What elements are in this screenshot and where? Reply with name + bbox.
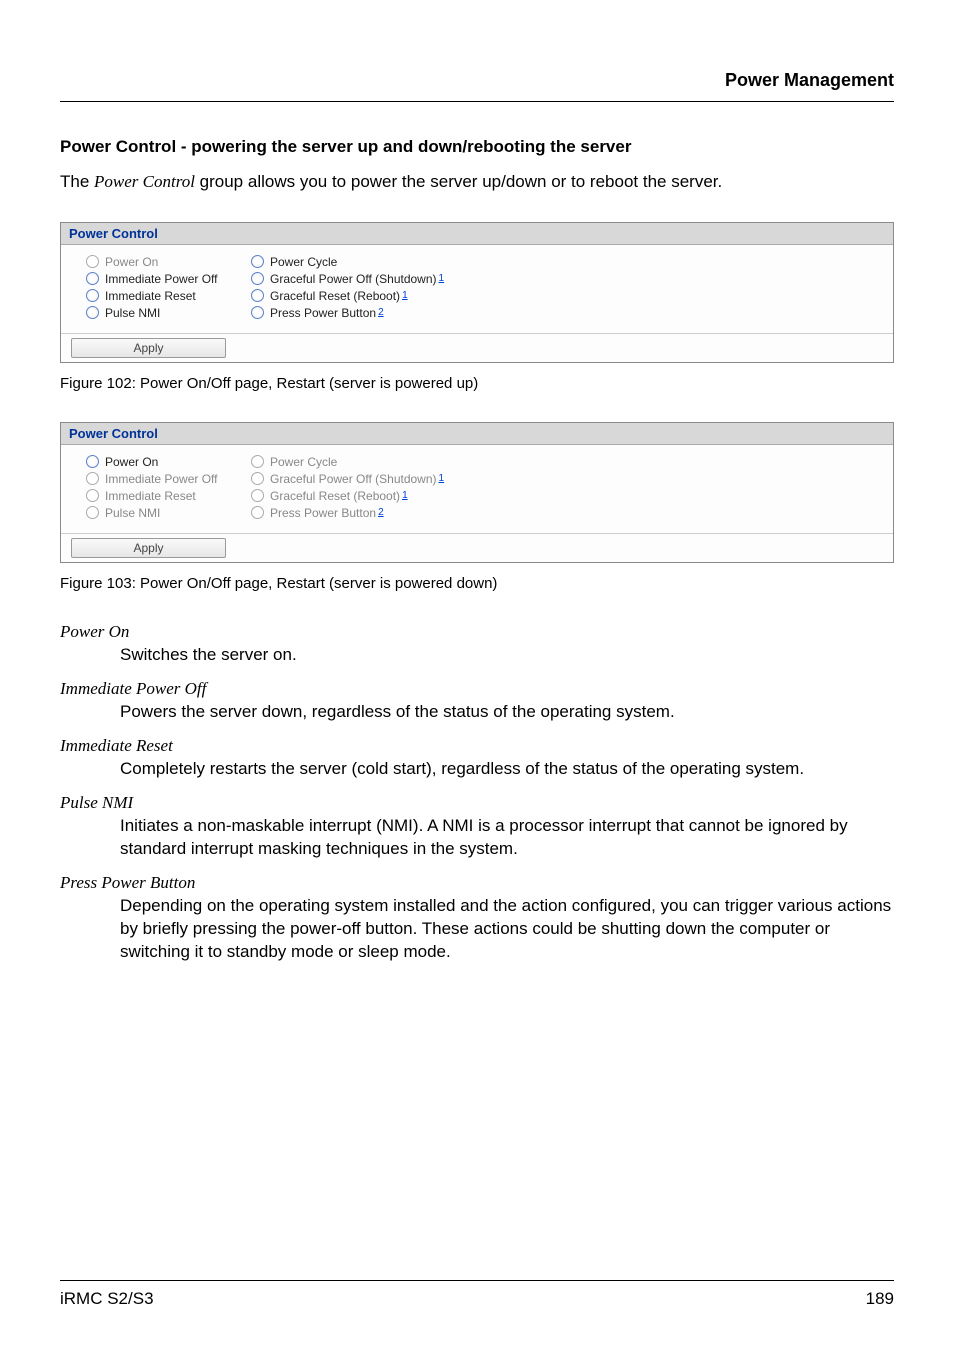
def-term-press-power: Press Power Button — [60, 873, 894, 893]
footnote-link-1[interactable]: 1 — [402, 490, 408, 501]
def-body-pulse-nmi: Initiates a non-maskable interrupt (NMI)… — [120, 815, 894, 861]
radio-row: Power On Power Cycle — [86, 255, 868, 269]
radio-power-on[interactable]: Power On — [86, 455, 251, 469]
radio-label: Pulse NMI — [105, 506, 160, 520]
intro-post: group allows you to power the server up/… — [195, 172, 722, 191]
power-control-panel-up: Power Control Power On Power Cycle Immed… — [60, 222, 894, 363]
radio-label: Immediate Reset — [105, 489, 196, 503]
panel-down-title: Power Control — [61, 423, 893, 445]
radio-icon — [86, 472, 99, 485]
radio-label: Immediate Power Off — [105, 472, 218, 486]
figure-102-caption: Figure 102: Power On/Off page, Restart (… — [60, 371, 894, 392]
def-body-power-on: Switches the server on. — [120, 644, 894, 667]
radio-icon — [86, 506, 99, 519]
radio-label: Immediate Reset — [105, 289, 196, 303]
radio-imm-power-off: Immediate Power Off — [86, 472, 251, 486]
radio-label: Graceful Power Off (Shutdown) — [270, 272, 437, 286]
radio-label: Press Power Button — [270, 306, 376, 320]
intro-italic: Power Control — [94, 172, 195, 191]
radio-power-cycle[interactable]: Power Cycle — [251, 255, 337, 269]
panel-up-title: Power Control — [61, 223, 893, 245]
section-intro: The Power Control group allows you to po… — [60, 171, 894, 194]
radio-label: Graceful Reset (Reboot) — [270, 289, 400, 303]
radio-power-cycle: Power Cycle — [251, 455, 337, 469]
radio-row: Immediate Reset Graceful Reset (Reboot)1 — [86, 489, 868, 503]
panel-up-footer: Apply — [61, 333, 893, 362]
def-body-press-power: Depending on the operating system instal… — [120, 895, 894, 964]
radio-icon — [251, 506, 264, 519]
radio-press-power: Press Power Button2 — [251, 506, 384, 520]
panel-up-body: Power On Power Cycle Immediate Power Off… — [61, 245, 893, 333]
radio-pulse-nmi[interactable]: Pulse NMI — [86, 306, 251, 320]
figure-103-caption: Figure 103: Power On/Off page, Restart (… — [60, 571, 894, 592]
radio-icon — [86, 255, 99, 268]
panel-down-body: Power On Power Cycle Immediate Power Off… — [61, 445, 893, 533]
radio-row: Immediate Reset Graceful Reset (Reboot)1 — [86, 289, 868, 303]
page-header-title: Power Management — [60, 70, 894, 102]
footer-page-number: 189 — [866, 1289, 894, 1309]
radio-icon — [251, 272, 264, 285]
radio-graceful-off: Graceful Power Off (Shutdown)1 — [251, 472, 444, 486]
radio-label: Power Cycle — [270, 455, 337, 469]
panel-down-footer: Apply — [61, 533, 893, 562]
radio-row: Immediate Power Off Graceful Power Off (… — [86, 472, 868, 486]
radio-icon — [251, 289, 264, 302]
radio-icon — [86, 289, 99, 302]
radio-icon — [251, 489, 264, 502]
def-term-pulse-nmi: Pulse NMI — [60, 793, 894, 813]
radio-graceful-off[interactable]: Graceful Power Off (Shutdown)1 — [251, 272, 444, 286]
radio-label: Graceful Reset (Reboot) — [270, 489, 400, 503]
power-control-panel-down: Power Control Power On Power Cycle Immed… — [60, 422, 894, 563]
radio-label: Power On — [105, 255, 158, 269]
radio-press-power[interactable]: Press Power Button2 — [251, 306, 384, 320]
radio-row: Pulse NMI Press Power Button2 — [86, 306, 868, 320]
radio-imm-power-off[interactable]: Immediate Power Off — [86, 272, 251, 286]
section-heading: Power Control - powering the server up a… — [60, 137, 894, 157]
page-footer: iRMC S2/S3 189 — [60, 1280, 894, 1309]
footnote-link-2[interactable]: 2 — [378, 307, 384, 318]
radio-icon — [251, 455, 264, 468]
intro-pre: The — [60, 172, 94, 191]
radio-label: Immediate Power Off — [105, 272, 218, 286]
footnote-link-1[interactable]: 1 — [439, 273, 445, 284]
radio-label: Power On — [105, 455, 158, 469]
radio-label: Power Cycle — [270, 255, 337, 269]
radio-graceful-reset: Graceful Reset (Reboot)1 — [251, 489, 408, 503]
radio-row: Pulse NMI Press Power Button2 — [86, 506, 868, 520]
radio-icon — [251, 472, 264, 485]
radio-label: Graceful Power Off (Shutdown) — [270, 472, 437, 486]
footnote-link-1[interactable]: 1 — [439, 473, 445, 484]
radio-icon — [86, 306, 99, 319]
radio-label: Press Power Button — [270, 506, 376, 520]
def-body-imm-reset: Completely restarts the server (cold sta… — [120, 758, 894, 781]
radio-icon — [86, 489, 99, 502]
footnote-link-2[interactable]: 2 — [378, 507, 384, 518]
radio-power-on: Power On — [86, 255, 251, 269]
radio-imm-reset: Immediate Reset — [86, 489, 251, 503]
footnote-link-1[interactable]: 1 — [402, 290, 408, 301]
radio-icon — [86, 272, 99, 285]
radio-row: Immediate Power Off Graceful Power Off (… — [86, 272, 868, 286]
radio-row: Power On Power Cycle — [86, 455, 868, 469]
apply-button[interactable]: Apply — [71, 338, 226, 358]
def-term-imm-power-off: Immediate Power Off — [60, 679, 894, 699]
radio-icon — [251, 255, 264, 268]
footer-left: iRMC S2/S3 — [60, 1289, 154, 1309]
def-body-imm-power-off: Powers the server down, regardless of th… — [120, 701, 894, 724]
radio-pulse-nmi: Pulse NMI — [86, 506, 251, 520]
def-term-imm-reset: Immediate Reset — [60, 736, 894, 756]
def-term-power-on: Power On — [60, 622, 894, 642]
radio-icon — [251, 306, 264, 319]
apply-button[interactable]: Apply — [71, 538, 226, 558]
radio-imm-reset[interactable]: Immediate Reset — [86, 289, 251, 303]
radio-icon — [86, 455, 99, 468]
radio-label: Pulse NMI — [105, 306, 160, 320]
radio-graceful-reset[interactable]: Graceful Reset (Reboot)1 — [251, 289, 408, 303]
